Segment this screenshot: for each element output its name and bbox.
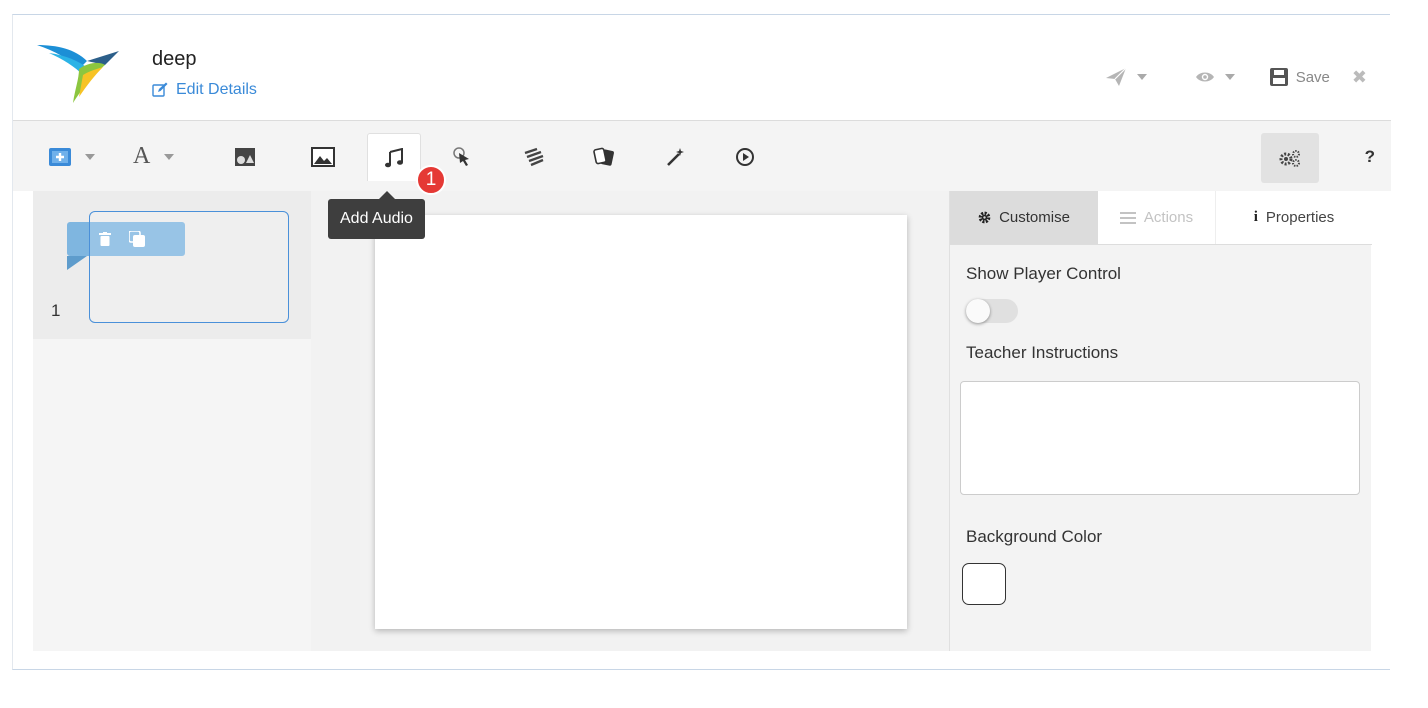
header-actions: Save ✖: [1105, 63, 1391, 91]
add-slide-dropdown[interactable]: [49, 121, 95, 192]
teacher-instructions-input[interactable]: [960, 381, 1360, 495]
chevron-down-icon: [1136, 74, 1147, 80]
edit-icon: [152, 82, 168, 97]
list-icon: [1119, 211, 1136, 224]
help-button[interactable]: ?: [1365, 121, 1375, 192]
add-cards-button[interactable]: [593, 121, 615, 192]
magic-wand-button[interactable]: [665, 121, 685, 192]
show-player-control-toggle[interactable]: [966, 299, 1018, 323]
show-player-control-label: Show Player Control: [966, 264, 1121, 283]
editor-toolbar: A ?: [13, 120, 1391, 191]
preview-dropdown[interactable]: [1195, 70, 1235, 84]
slide-thumbnail[interactable]: [89, 211, 289, 323]
add-audio-button[interactable]: [367, 133, 421, 181]
hummingbird-logo-icon: [37, 45, 119, 103]
editor-body: 1 Customise Actions i Properties Show Pl…: [13, 191, 1391, 671]
background-color-label: Background Color: [966, 527, 1103, 546]
shapes-icon: [235, 147, 255, 166]
add-video-button[interactable]: [735, 121, 755, 192]
tab-customise-label: Customise: [999, 209, 1070, 226]
slides-panel: 1: [33, 191, 311, 651]
slide-canvas[interactable]: [375, 215, 907, 629]
add-image-button[interactable]: [311, 121, 335, 192]
chevron-down-icon: [1224, 74, 1235, 80]
close-icon[interactable]: ✖: [1352, 67, 1367, 88]
play-circle-icon: [736, 147, 754, 166]
save-button[interactable]: Save: [1269, 67, 1330, 87]
chevron-down-icon: [85, 153, 95, 160]
pointer-click-icon: [453, 146, 469, 166]
flash-cards-icon: [593, 147, 614, 166]
add-animation-button[interactable]: [523, 121, 545, 192]
tab-properties[interactable]: i Properties: [1216, 191, 1372, 244]
slide-number: 1: [51, 301, 61, 320]
chevron-down-icon: [164, 153, 175, 160]
magic-wand-icon: [667, 147, 684, 166]
paper-plane-icon: [1105, 67, 1127, 86]
add-shape-button[interactable]: [235, 121, 255, 192]
edit-details-link[interactable]: Edit Details: [152, 81, 257, 99]
add-audio-tooltip: Add Audio: [328, 191, 425, 239]
publish-dropdown[interactable]: [1105, 67, 1147, 87]
gear-icon: [978, 211, 991, 224]
settings-button[interactable]: [1261, 133, 1319, 183]
toggle-knob: [966, 299, 990, 323]
background-color-swatch[interactable]: [962, 563, 1006, 605]
tab-properties-label: Properties: [1265, 209, 1335, 226]
canvas-area: [311, 191, 949, 651]
tab-customise[interactable]: Customise: [950, 191, 1098, 244]
add-slide-icon: [49, 147, 71, 166]
save-label: Save: [1295, 68, 1330, 86]
notification-badge: 1: [416, 165, 446, 195]
tab-actions[interactable]: Actions: [1098, 191, 1216, 244]
add-interaction-button[interactable]: [453, 121, 473, 192]
music-note-icon: [385, 147, 403, 167]
motion-lines-icon: [524, 147, 544, 166]
eye-icon: [1195, 72, 1214, 82]
gears-icon: [1279, 150, 1300, 167]
properties-panel: Customise Actions i Properties Show Play…: [949, 191, 1372, 651]
editor-header: deep Edit Details Save ✖: [13, 15, 1391, 120]
floppy-disk-icon: [1269, 68, 1288, 86]
tab-actions-label: Actions: [1143, 209, 1194, 226]
add-text-dropdown[interactable]: A: [133, 121, 175, 192]
panel-tabs: Customise Actions i Properties: [950, 191, 1372, 245]
info-icon: i: [1253, 209, 1258, 225]
text-icon: A: [133, 143, 151, 169]
project-title: deep: [152, 48, 197, 70]
editor-frame: deep Edit Details Save ✖ A ? 1 Add Audio…: [12, 14, 1391, 671]
image-icon: [311, 146, 335, 167]
edit-details-label: Edit Details: [176, 81, 257, 98]
teacher-instructions-label: Teacher Instructions: [966, 343, 1119, 362]
